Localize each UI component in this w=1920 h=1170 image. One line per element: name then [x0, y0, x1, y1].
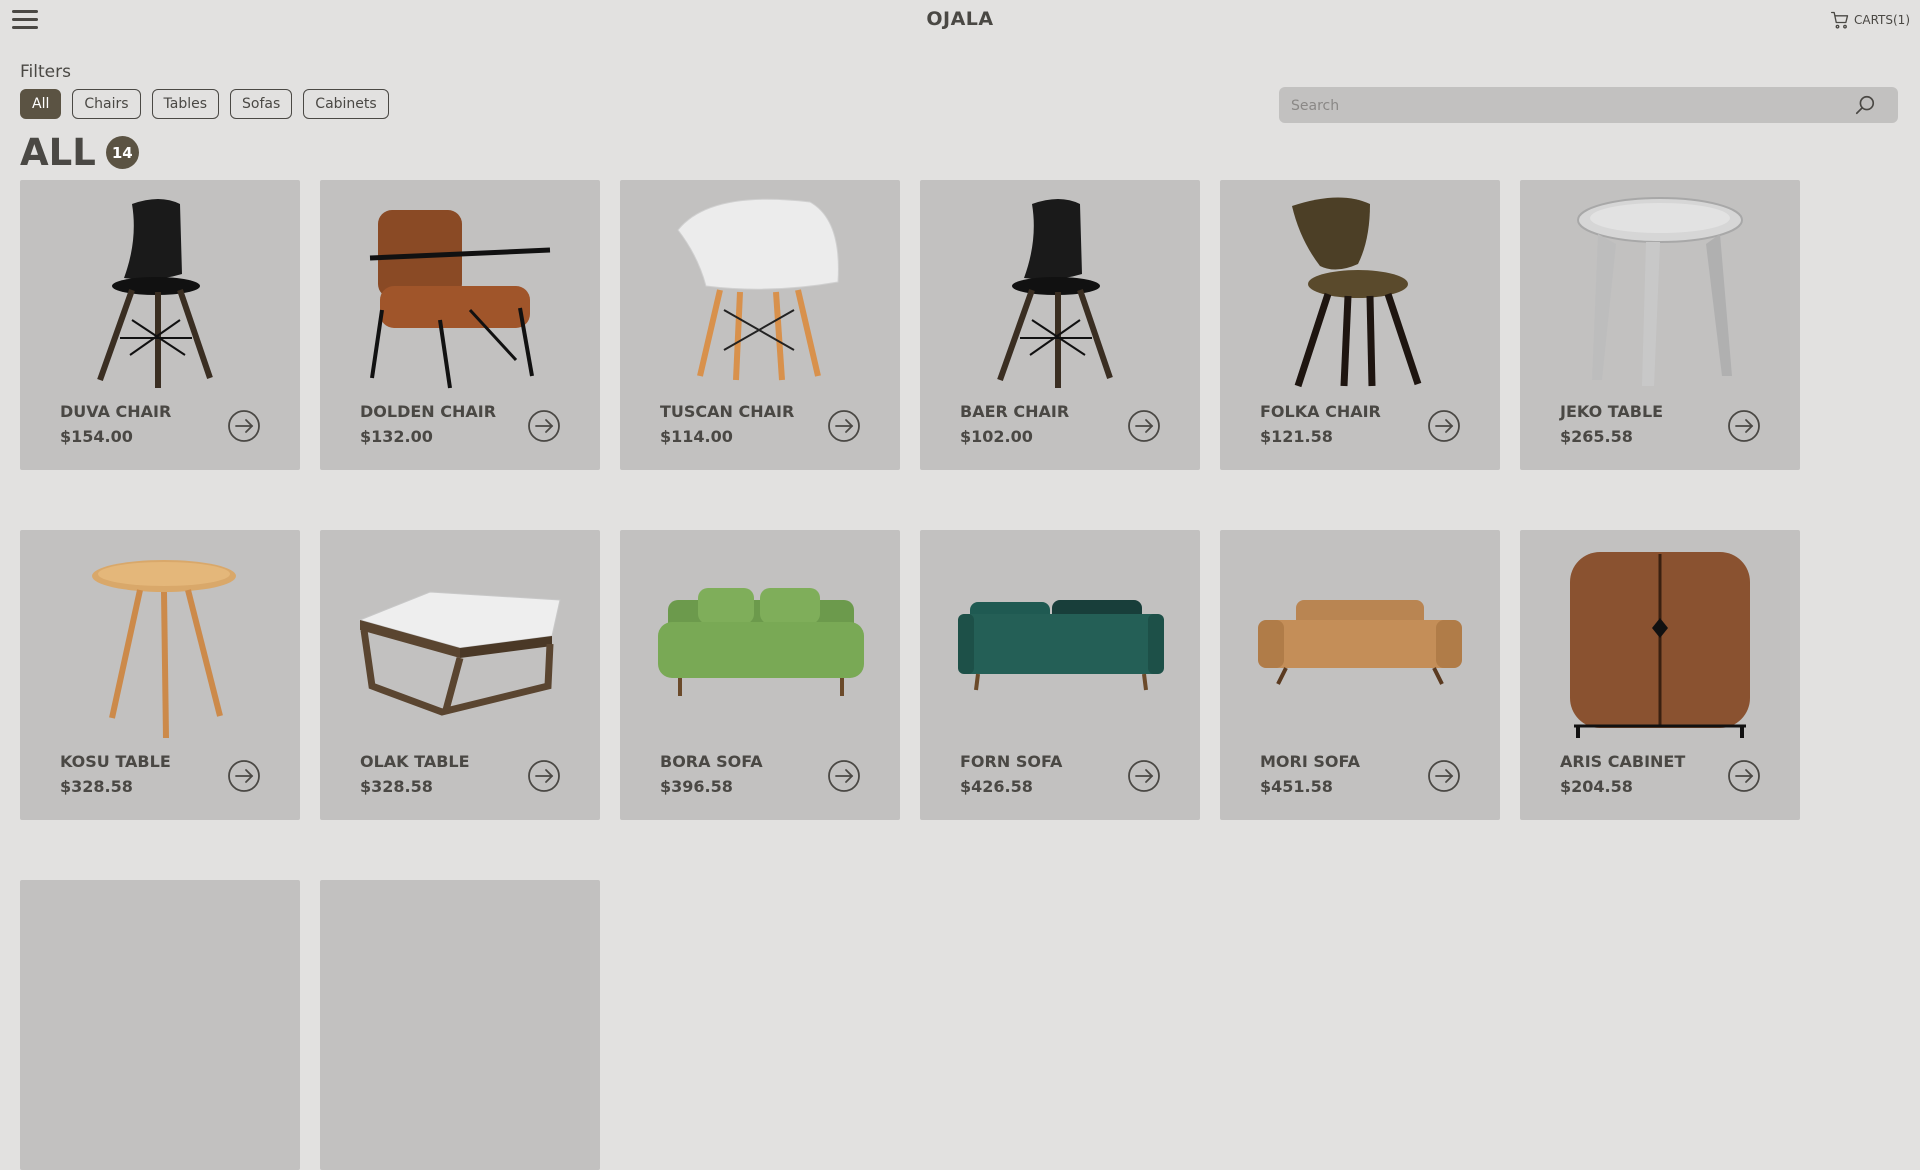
product-name: BAER CHAIR — [960, 402, 1070, 421]
product-card[interactable]: BAER CHAIR $102.00 — [920, 180, 1200, 470]
product-name: JEKO TABLE — [1560, 402, 1664, 421]
product-card[interactable] — [320, 880, 600, 1170]
filters-title: Filters — [20, 62, 71, 82]
product-price: $426.58 — [960, 777, 1033, 796]
filter-bar: All Chairs Tables Sofas Cabinets — [20, 89, 389, 119]
olive-upholstered-chair-image — [1292, 197, 1422, 388]
arrow-right-circle-icon[interactable] — [1727, 759, 1761, 793]
arrow-right-circle-icon[interactable] — [527, 409, 561, 443]
product-card[interactable]: DUVA CHAIR $154.00 — [20, 180, 300, 470]
black-shell-chair-image — [997, 199, 1113, 388]
product-card[interactable]: FORN SOFA $426.58 — [920, 530, 1200, 820]
product-card[interactable]: OLAK TABLE $328.58 — [320, 530, 600, 820]
product-card[interactable]: BORA SOFA $396.58 — [620, 530, 900, 820]
product-name: FORN SOFA — [960, 752, 1063, 771]
product-card[interactable]: ARIS CABINET $204.58 — [1520, 530, 1800, 820]
arrow-right-circle-icon[interactable] — [827, 759, 861, 793]
product-price: $328.58 — [360, 777, 433, 796]
product-card[interactable] — [20, 880, 300, 1170]
arrow-right-circle-icon[interactable] — [1127, 759, 1161, 793]
arrow-right-circle-icon[interactable] — [827, 409, 861, 443]
teal-velvet-sofa-image — [958, 600, 1164, 691]
product-card[interactable]: JEKO TABLE $265.58 — [1520, 180, 1800, 470]
product-card[interactable]: MORI SOFA $451.58 — [1220, 530, 1500, 820]
arrow-right-circle-icon[interactable] — [1727, 409, 1761, 443]
product-name: DOLDEN CHAIR — [360, 402, 497, 421]
product-price: $121.58 — [1260, 427, 1333, 446]
product-count-badge: 14 — [105, 136, 139, 169]
product-card[interactable]: TUSCAN CHAIR $114.00 — [620, 180, 900, 470]
filter-chairs-button[interactable]: Chairs — [72, 89, 141, 119]
arrow-right-circle-icon[interactable] — [1427, 409, 1461, 443]
product-card[interactable]: KOSU TABLE $328.58 — [20, 530, 300, 820]
filter-cabinets-button[interactable]: Cabinets — [303, 89, 389, 119]
product-price: $102.00 — [960, 427, 1033, 446]
top-header: OJALA CARTS(1) — [0, 0, 1920, 40]
green-sofa-image — [658, 588, 864, 696]
search-input[interactable] — [1289, 87, 1853, 125]
product-name: FOLKA CHAIR — [1260, 402, 1381, 421]
product-price: $132.00 — [360, 427, 433, 446]
search-bar — [1279, 87, 1898, 125]
cart-icon — [1831, 11, 1849, 29]
product-price: $265.58 — [1560, 427, 1633, 446]
product-card[interactable]: FOLKA CHAIR $121.58 — [1220, 180, 1500, 470]
filter-sofas-button[interactable]: Sofas — [230, 89, 293, 119]
marble-coffee-table-image — [358, 591, 561, 716]
page-heading: ALL 14 — [20, 131, 139, 174]
page-title: ALL — [20, 131, 96, 174]
product-price: $154.00 — [60, 427, 133, 446]
arrow-right-circle-icon[interactable] — [527, 759, 561, 793]
cart-button[interactable]: CARTS(1) — [1830, 10, 1910, 30]
round-wood-side-table-image — [92, 560, 236, 739]
search-icon[interactable] — [1854, 94, 1876, 116]
arrow-right-circle-icon[interactable] — [227, 759, 261, 793]
arrow-right-circle-icon[interactable] — [227, 409, 261, 443]
brand-logo[interactable]: OJALA — [0, 8, 1920, 30]
product-price: $114.00 — [660, 427, 733, 446]
filter-all-button[interactable]: All — [20, 89, 62, 119]
grey-tray-table-image — [1577, 197, 1743, 386]
product-grid: DUVA CHAIR $154.00 DOLDEN CHAIR $132.00 … — [20, 180, 1800, 1170]
product-price: $396.58 — [660, 777, 733, 796]
product-name: KOSU TABLE — [60, 752, 171, 771]
product-name: OLAK TABLE — [360, 752, 470, 771]
product-name: TUSCAN CHAIR — [660, 402, 795, 421]
cart-label: CARTS(1) — [1854, 13, 1910, 27]
product-price: $204.58 — [1560, 777, 1633, 796]
white-shell-armchair-image — [677, 198, 839, 381]
walnut-cabinet-image — [1570, 552, 1750, 738]
tan-leather-sofa-image — [1258, 600, 1462, 685]
filter-tables-button[interactable]: Tables — [151, 89, 220, 119]
product-price: $328.58 — [60, 777, 133, 796]
leather-armchair-image — [369, 210, 551, 389]
black-shell-chair-image — [97, 199, 213, 388]
product-card[interactable]: DOLDEN CHAIR $132.00 — [320, 180, 600, 470]
product-name: BORA SOFA — [660, 752, 763, 771]
product-name: DUVA CHAIR — [60, 402, 172, 421]
arrow-right-circle-icon[interactable] — [1427, 759, 1461, 793]
arrow-right-circle-icon[interactable] — [1127, 409, 1161, 443]
product-name: MORI SOFA — [1260, 752, 1360, 771]
product-price: $451.58 — [1260, 777, 1333, 796]
product-name: ARIS CABINET — [1560, 752, 1686, 771]
